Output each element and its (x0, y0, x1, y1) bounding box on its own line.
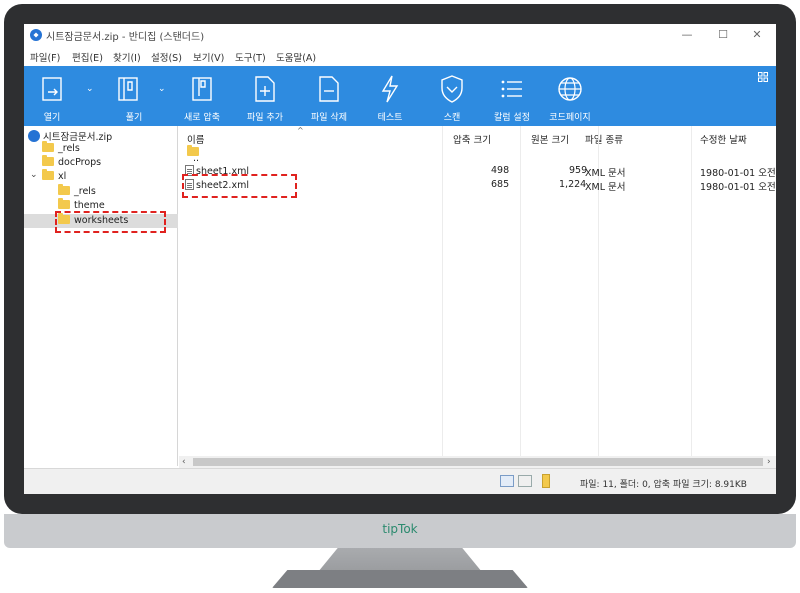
file-type: XML 문서 (585, 182, 626, 193)
column-divider (691, 126, 692, 456)
title-bar: 시트잠금문서.zip - 반디집 (스탠더드) — ☐ ✕ (24, 24, 776, 46)
menu-tools[interactable]: 도구(T) (235, 50, 266, 64)
scan-button[interactable]: 스캔 (428, 66, 476, 126)
column-divider (442, 126, 443, 456)
column-header-packed[interactable]: 압축 크기 (453, 132, 491, 146)
menu-bar: 파일(F) 편집(E) 찾기(I) 설정(S) 보기(V) 도구(T) 도움말(… (24, 46, 776, 66)
list-view-icon[interactable] (518, 475, 532, 487)
extract-label: 풀기 (125, 113, 143, 123)
column-header-date[interactable]: 수정한 날짜 (700, 132, 747, 146)
delete-file-icon (319, 76, 339, 102)
add-file-button[interactable]: 파일 추가 (238, 66, 292, 126)
toolbar: 열기 ⌄ 풀기 ⌄ 새로 압축 파일 추가 파일 삭제 테스트 스캔 칼럼 설정… (24, 66, 776, 126)
status-bar: 파일: 11, 폴더: 0, 압축 파일 크기: 8.91KB (24, 468, 776, 494)
maximize-button[interactable]: ☐ (708, 26, 738, 44)
tree-item-label: theme (74, 200, 105, 211)
column-header-size[interactable]: 원본 크기 (531, 132, 569, 146)
test-button[interactable]: 테스트 (366, 66, 414, 126)
window-title: 시트잠금문서.zip - 반디집 (스탠더드) (46, 32, 205, 43)
codepage-label: 코드페이지 (549, 113, 591, 123)
zip-archive-icon (28, 130, 40, 142)
close-button[interactable]: ✕ (742, 26, 772, 44)
sort-ascending-icon: ^ (297, 126, 304, 135)
menu-settings[interactable]: 설정(S) (151, 50, 182, 64)
menu-help[interactable]: 도움말(A) (276, 50, 316, 64)
column-settings-label: 칼럼 설정 (494, 113, 530, 123)
add-file-icon (255, 76, 275, 102)
modified-date: 1980-01-01 오전 (700, 168, 776, 179)
globe-icon (558, 77, 582, 101)
shield-icon (441, 75, 463, 103)
worksheets-highlight-box (55, 211, 166, 233)
details-view-icon[interactable] (500, 475, 514, 487)
parent-folder-label: .. (193, 153, 200, 164)
test-label: 테스트 (377, 113, 403, 123)
new-archive-button[interactable]: 새로 압축 (176, 66, 228, 126)
sheet2-highlight-box (182, 174, 297, 198)
tree-expand-chevron-icon[interactable]: ⌄ (30, 170, 38, 180)
column-header-type[interactable]: 파일 종류 (585, 132, 623, 146)
column-header-name[interactable]: 이름 (187, 132, 204, 146)
monitor-stand (272, 570, 528, 588)
scan-label: 스캔 (443, 113, 461, 123)
tree-item-rels[interactable]: _rels (42, 141, 80, 156)
folder-icon (58, 184, 70, 195)
extract-icon (118, 77, 138, 101)
menu-edit[interactable]: 편집(E) (72, 50, 103, 64)
tree-item-xl[interactable]: xl (42, 169, 67, 184)
extract-dropdown-chevron-icon[interactable]: ⌄ (158, 84, 166, 94)
open-button[interactable]: 열기 (30, 66, 74, 126)
open-icon (42, 77, 62, 101)
lightning-icon (381, 75, 399, 103)
folder-tree: 시트잠금문서.zip _rels docProps ⌄ xl _rels the… (24, 126, 178, 466)
minimize-button[interactable]: — (672, 26, 702, 44)
brand-logo: tipTok (382, 522, 418, 536)
original-size: 1,224 (559, 179, 587, 190)
packed-size: 498 (491, 165, 510, 176)
codepage-button[interactable]: 코드페이지 (540, 66, 600, 126)
delete-file-button[interactable]: 파일 삭제 (302, 66, 356, 126)
menu-file[interactable]: 파일(F) (30, 50, 60, 64)
open-label: 열기 (43, 113, 61, 123)
extract-button[interactable]: 풀기 (102, 66, 158, 126)
tree-item-label: docProps (58, 157, 102, 168)
tree-item-label: _rels (58, 143, 80, 154)
menu-find[interactable]: 찾기(I) (113, 50, 141, 64)
tree-item-xl-rels[interactable]: _rels (58, 184, 96, 199)
bandizip-app-icon (30, 29, 42, 41)
open-dropdown-chevron-icon[interactable]: ⌄ (86, 84, 94, 94)
folder-icon (58, 198, 70, 209)
scroll-right-chevron-icon[interactable]: › (767, 456, 771, 468)
scrollbar-thumb[interactable] (193, 458, 763, 466)
horizontal-scrollbar[interactable]: ‹ › (179, 456, 776, 468)
tree-root-label: 시트잠금문서.zip (43, 132, 113, 143)
tree-root[interactable]: 시트잠금문서.zip (28, 129, 113, 143)
layout-grid-icon[interactable] (758, 72, 768, 82)
columns-icon (501, 80, 522, 98)
archive-info-icon[interactable] (542, 474, 550, 488)
folder-icon (42, 169, 54, 180)
menu-view[interactable]: 보기(V) (193, 50, 224, 64)
screen: 시트잠금문서.zip - 반디집 (스탠더드) — ☐ ✕ 파일(F) 편집(E… (24, 24, 776, 494)
new-archive-icon (192, 77, 212, 101)
column-settings-button[interactable]: 칼럼 설정 (484, 66, 540, 126)
add-file-label: 파일 추가 (247, 113, 283, 123)
file-list: ^ 이름 압축 크기 원본 크기 파일 종류 수정한 날짜 .. sheet1.… (179, 126, 776, 466)
scroll-left-chevron-icon[interactable]: ‹ (182, 456, 186, 468)
modified-date: 1980-01-01 오전 (700, 182, 776, 193)
delete-file-label: 파일 삭제 (311, 113, 347, 123)
status-text: 파일: 11, 폴더: 0, 압축 파일 크기: 8.91KB (580, 480, 747, 490)
tree-item-label: _rels (74, 186, 96, 197)
column-divider (520, 126, 521, 456)
monitor-chin: tipTok (4, 514, 796, 548)
folder-icon (42, 155, 54, 166)
tree-item-label: xl (58, 171, 67, 182)
tree-item-docprops[interactable]: docProps (42, 155, 102, 170)
file-type: XML 문서 (585, 168, 626, 179)
packed-size: 685 (491, 179, 510, 190)
monitor-neck (318, 548, 482, 572)
folder-icon (42, 141, 54, 152)
new-archive-label: 새로 압축 (184, 113, 220, 123)
